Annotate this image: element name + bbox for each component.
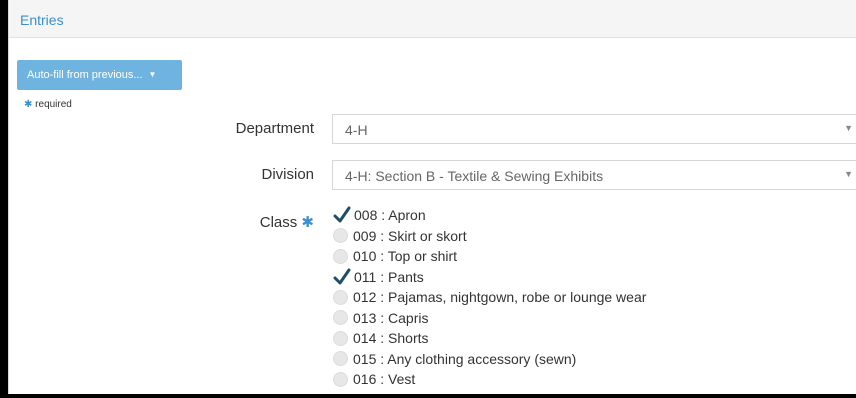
autofill-label: Auto-fill from previous... bbox=[27, 69, 143, 81]
class-option-label: 014 : Shorts bbox=[353, 330, 429, 347]
radio-icon[interactable] bbox=[333, 310, 348, 326]
class-option-label: 009 : Skirt or skort bbox=[353, 227, 467, 244]
class-option-label: 008 : Apron bbox=[354, 207, 426, 224]
radio-icon[interactable] bbox=[333, 289, 348, 305]
class-option[interactable]: 009 : Skirt or skort bbox=[333, 226, 646, 247]
autofill-button[interactable]: Auto-fill from previous... ▼ bbox=[17, 60, 182, 90]
required-note-text: required bbox=[35, 99, 72, 110]
department-select[interactable]: 4-H ▼ bbox=[332, 114, 856, 144]
radio-icon[interactable] bbox=[333, 371, 348, 387]
radio-icon[interactable] bbox=[333, 351, 348, 367]
class-option[interactable]: 014 : Shorts bbox=[333, 328, 646, 349]
class-option-label: 016 : Vest bbox=[353, 371, 416, 388]
chevron-down-icon: ▼ bbox=[844, 169, 853, 179]
class-option[interactable]: 016 : Vest bbox=[333, 369, 646, 390]
class-option-label: 015 : Any clothing accessory (sewn) bbox=[353, 350, 577, 367]
caret-down-icon: ▼ bbox=[148, 70, 157, 79]
radio-icon[interactable] bbox=[333, 330, 348, 346]
panel-title: Entries bbox=[20, 12, 64, 28]
class-option[interactable]: 008 : Apron bbox=[333, 205, 646, 226]
required-star-icon: ✱ bbox=[301, 214, 314, 231]
class-options: 008 : Apron 009 : Skirt or skort 010 : Top… bbox=[333, 205, 646, 390]
checkmark-icon[interactable] bbox=[333, 268, 351, 286]
class-option[interactable]: 011 : Pants bbox=[333, 267, 646, 288]
chevron-down-icon: ▼ bbox=[844, 123, 853, 133]
division-label: Division bbox=[261, 166, 314, 183]
class-label: Class ✱ bbox=[260, 213, 314, 231]
class-option[interactable]: 013 : Capris bbox=[333, 308, 646, 329]
panel-header: Entries bbox=[9, 0, 856, 38]
checkmark-icon[interactable] bbox=[333, 206, 351, 224]
class-label-text: Class bbox=[259, 214, 298, 231]
class-option[interactable]: 010 : Top or shirt bbox=[333, 246, 646, 267]
class-option[interactable]: 015 : Any clothing accessory (sewn) bbox=[333, 349, 646, 370]
required-note: ✱ required bbox=[24, 99, 72, 110]
division-value: 4-H: Section B - Textile & Sewing Exhibi… bbox=[345, 168, 604, 184]
department-label: Department bbox=[235, 120, 314, 137]
class-option-label: 011 : Pants bbox=[354, 268, 424, 285]
required-star-icon: ✱ bbox=[24, 99, 33, 110]
division-select[interactable]: 4-H: Section B - Textile & Sewing Exhibi… bbox=[332, 160, 856, 190]
class-option-label: 010 : Top or shirt bbox=[353, 248, 458, 265]
class-option[interactable]: 012 : Pajamas, nightgown, robe or lounge… bbox=[333, 287, 646, 308]
radio-icon[interactable] bbox=[333, 248, 348, 264]
radio-icon[interactable] bbox=[333, 228, 348, 244]
class-option-label: 013 : Capris bbox=[353, 309, 429, 326]
department-value: 4-H bbox=[345, 122, 368, 138]
entries-panel: Entries Auto-fill from previous... ▼ ✱ re… bbox=[8, 0, 856, 394]
class-option-label: 012 : Pajamas, nightgown, robe or lounge… bbox=[353, 289, 647, 306]
